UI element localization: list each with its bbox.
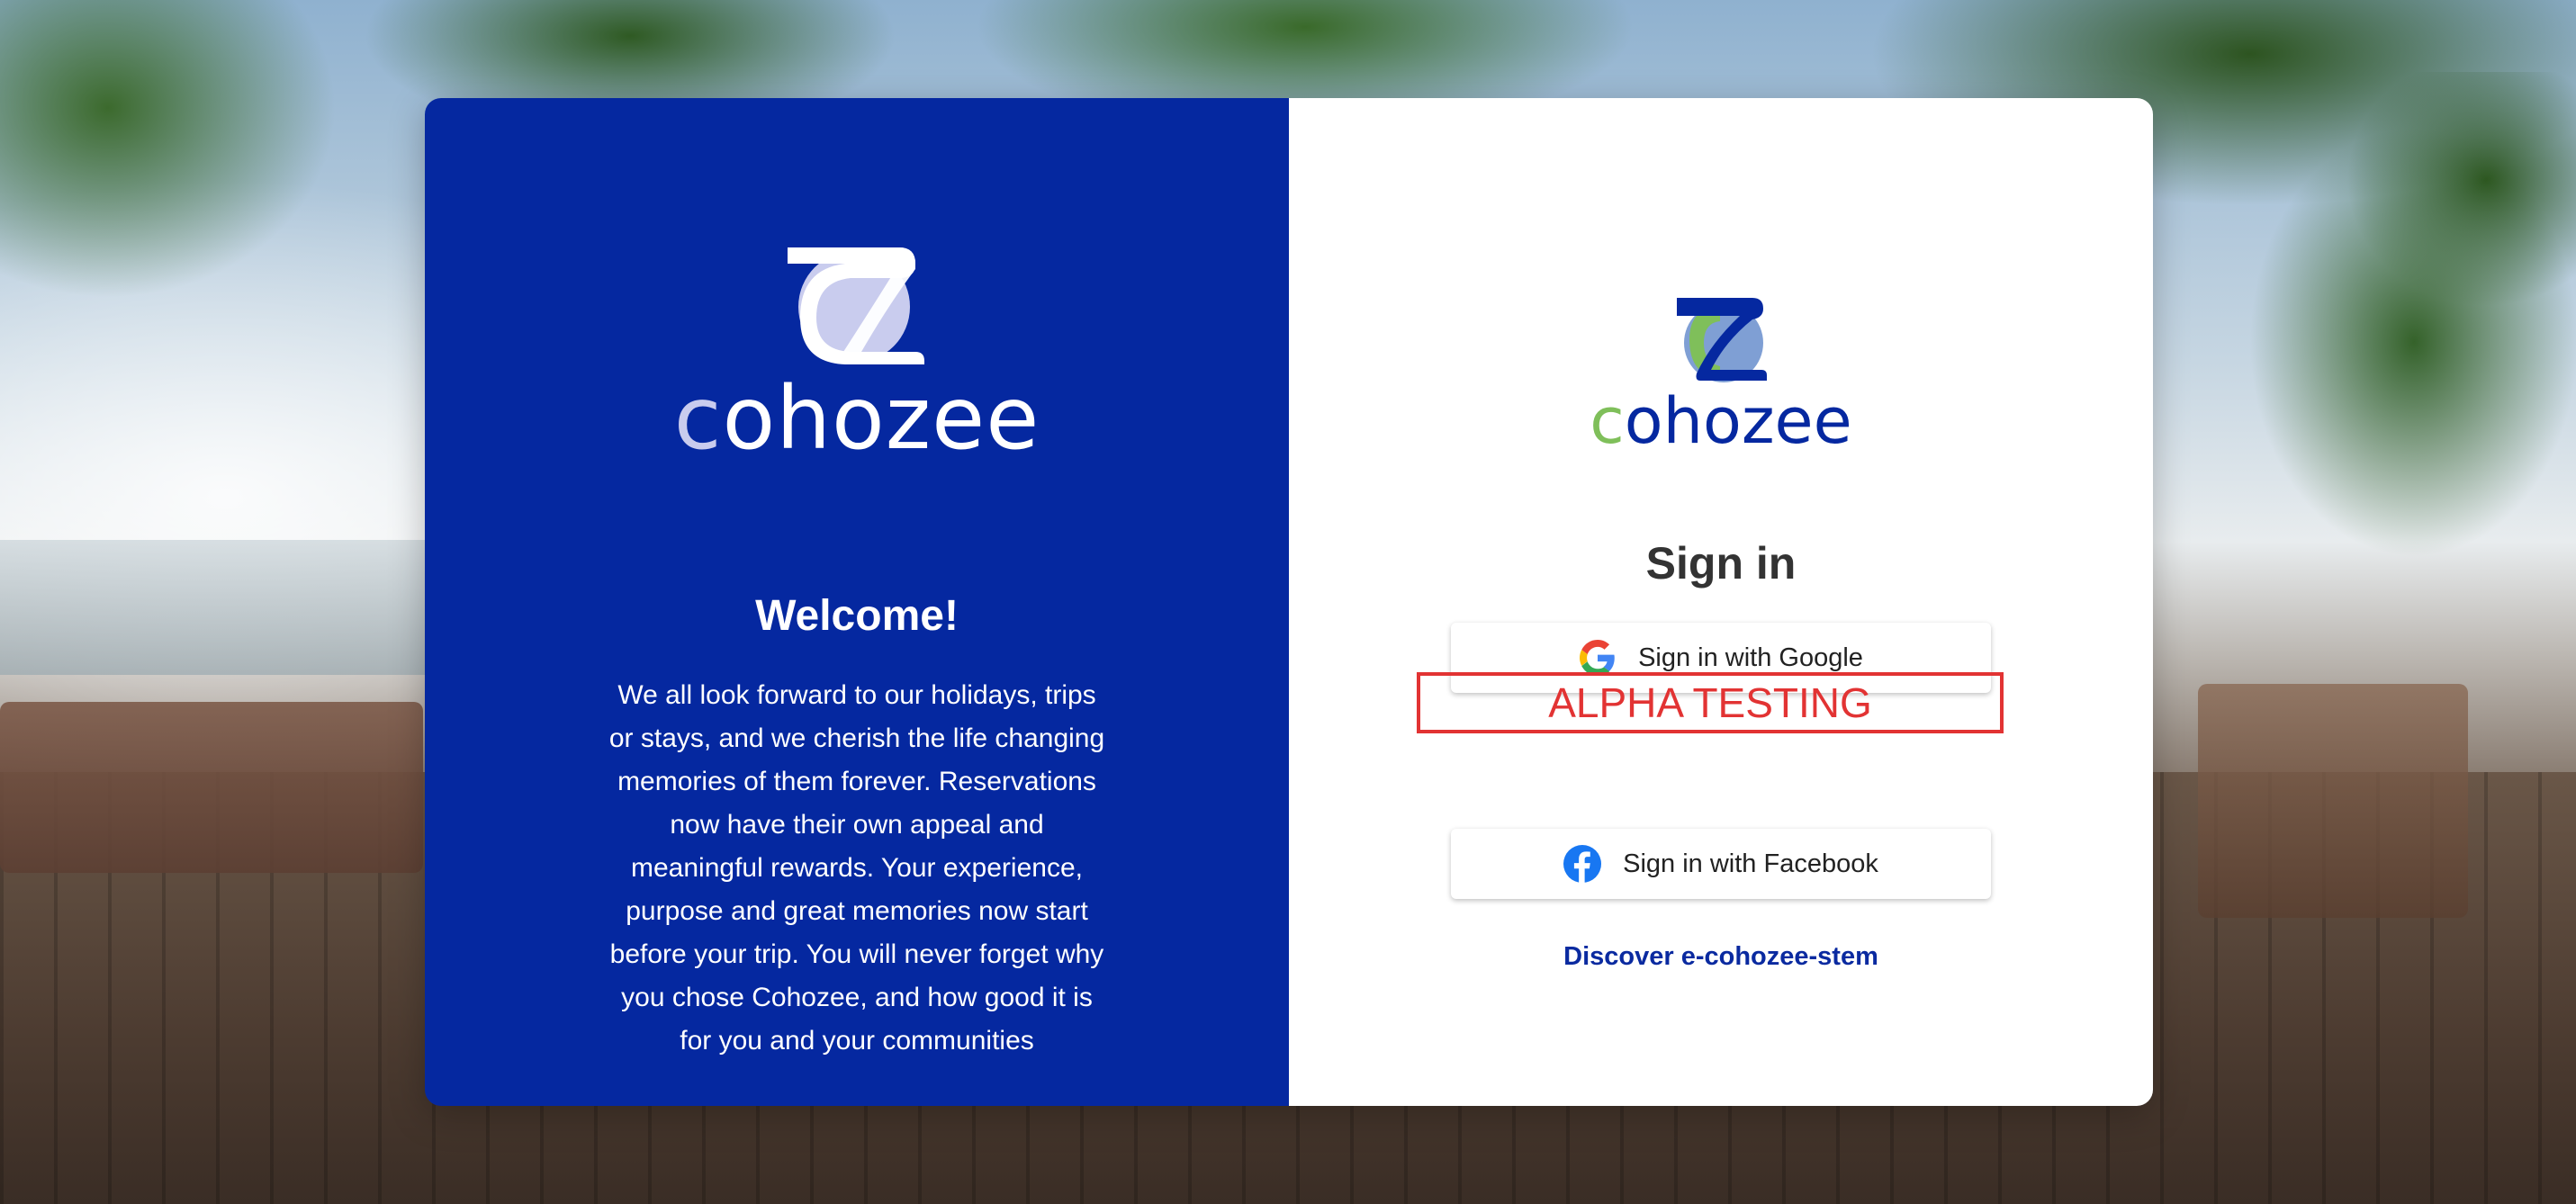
background-sea	[0, 540, 468, 675]
facebook-icon	[1563, 845, 1602, 883]
background-palm	[2108, 72, 2576, 702]
discover-link[interactable]: Discover e-cohozee-stem	[1289, 942, 2153, 972]
cohozee-logo-mark-icon	[1677, 298, 1767, 382]
background-lounger-right	[2198, 684, 2468, 918]
cohozee-wordmark: cohozee	[1590, 384, 1852, 458]
facebook-signin-label: Sign in with Facebook	[1623, 849, 1878, 878]
google-signin-label: Sign in with Google	[1638, 642, 1863, 672]
alpha-testing-banner: ALPHA TESTING	[1417, 672, 2004, 733]
logo-right: cohozee	[1289, 296, 2153, 453]
cohozee-logo-mark-icon	[788, 247, 924, 364]
background-lounger-left	[0, 702, 423, 873]
facebook-signin-button[interactable]: Sign in with Facebook	[1451, 829, 1991, 899]
welcome-text: We all look forward to our holidays, tri…	[608, 680, 1105, 1056]
cohozee-wordmark: cohozee	[673, 368, 1040, 469]
google-icon	[1579, 639, 1617, 677]
logo-left: cohozee	[425, 242, 1289, 462]
welcome-title: Welcome!	[755, 592, 959, 640]
login-card: cohozee Welcome! We all look forward to …	[425, 98, 2153, 1106]
signin-panel: cohozee Sign in Sign in with Google ALPH…	[1289, 98, 2153, 1106]
alpha-testing-label: ALPHA TESTING	[1548, 679, 1872, 726]
welcome-panel: cohozee Welcome! We all look forward to …	[425, 98, 1289, 1106]
signin-title: Sign in	[1645, 538, 1797, 589]
